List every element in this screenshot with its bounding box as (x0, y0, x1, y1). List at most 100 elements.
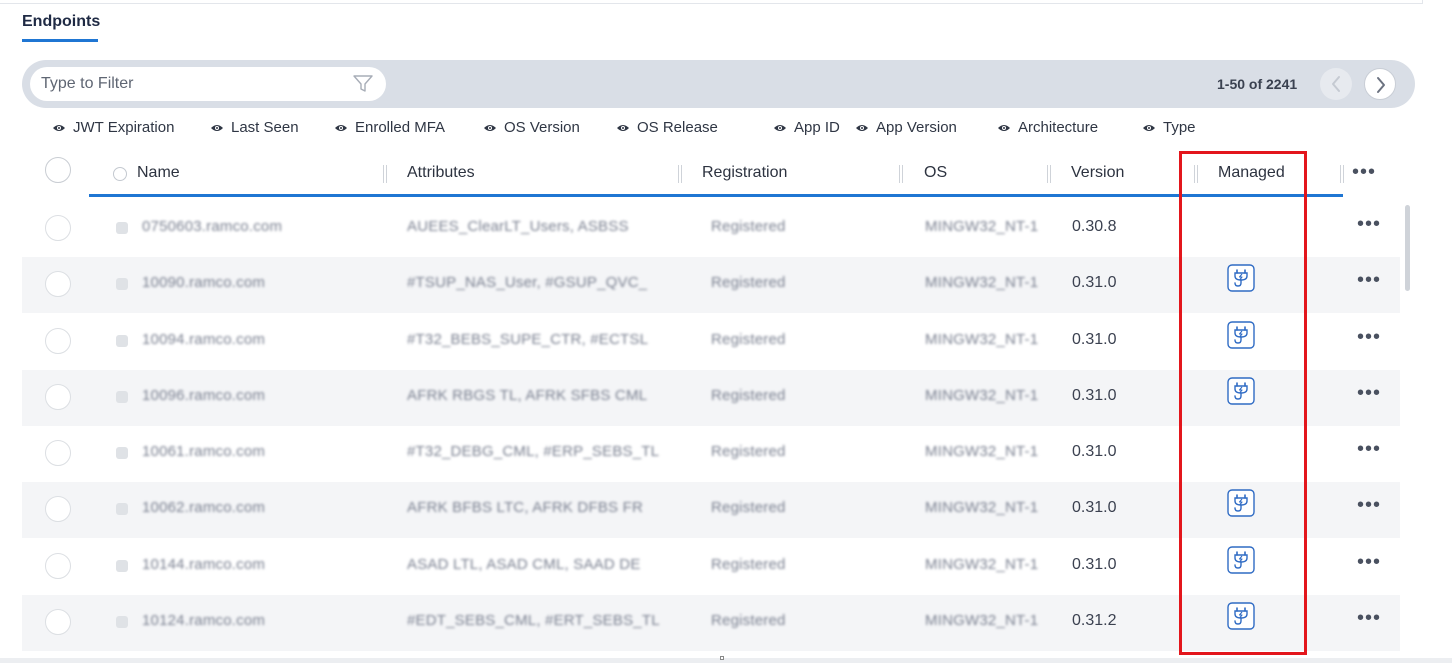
funnel-icon[interactable] (352, 74, 374, 94)
row-select-checkbox[interactable] (45, 609, 71, 635)
endpoint-version: 0.31.0 (1072, 274, 1117, 291)
status-dot (116, 278, 128, 290)
column-header-registration[interactable]: Registration (702, 164, 787, 182)
endpoint-version: 0.31.2 (1072, 612, 1117, 629)
column-toggle-app-version[interactable]: App Version (855, 119, 957, 136)
row-more-icon[interactable]: ••• (1357, 213, 1381, 236)
row-select-checkbox[interactable] (45, 384, 71, 410)
status-dot (116, 222, 128, 234)
column-toggle-os-release[interactable]: OS Release (616, 119, 718, 136)
top-divider (0, 3, 1422, 4)
endpoint-registration: Registered (711, 556, 786, 573)
eye-icon (617, 124, 629, 131)
column-resize-handle[interactable] (1047, 165, 1051, 183)
column-resize-handle[interactable] (678, 165, 682, 183)
endpoint-os: MINGW32_NT-1 (925, 387, 1039, 404)
column-header-attributes[interactable]: Attributes (407, 164, 475, 182)
eye-icon (1143, 124, 1155, 131)
column-header-os[interactable]: OS (924, 164, 947, 182)
endpoint-attributes: #T32_DEBG_CML, #ERP_SEBS_TL (407, 443, 660, 460)
row-select-checkbox[interactable] (45, 440, 71, 466)
endpoint-name[interactable]: 10090.ramco.com (142, 274, 265, 291)
endpoint-os: MINGW32_NT-1 (925, 331, 1039, 348)
column-resize-handle[interactable] (1340, 165, 1344, 183)
row-select-checkbox[interactable] (45, 328, 71, 354)
status-dot (116, 391, 128, 403)
endpoint-os: MINGW32_NT-1 (925, 499, 1039, 516)
endpoint-name[interactable]: 10061.ramco.com (142, 443, 265, 460)
next-page-button[interactable] (1364, 68, 1396, 100)
row-select-checkbox[interactable] (45, 271, 71, 297)
endpoint-registration: Registered (711, 274, 786, 291)
column-header-name[interactable]: Name (137, 164, 180, 182)
column-toggle-label: Last Seen (231, 119, 299, 136)
prev-page-button[interactable] (1320, 68, 1352, 100)
column-toggle-label: OS Release (637, 119, 718, 136)
vertical-scrollbar[interactable] (1405, 205, 1410, 291)
column-toggle-label: App ID (794, 119, 840, 136)
column-resize-handle[interactable] (383, 165, 387, 183)
chevron-left-icon (1332, 76, 1340, 92)
endpoint-name[interactable]: 10094.ramco.com (142, 331, 265, 348)
row-select-checkbox[interactable] (45, 496, 71, 522)
header-underline (89, 194, 1343, 197)
row-more-icon[interactable]: ••• (1357, 494, 1381, 517)
eye-icon (774, 124, 786, 131)
column-toggle-label: App Version (876, 119, 957, 136)
row-select-checkbox[interactable] (45, 553, 71, 579)
endpoint-registration: Registered (711, 331, 786, 348)
column-toggle-os-version[interactable]: OS Version (483, 119, 580, 136)
row-more-icon[interactable]: ••• (1357, 382, 1381, 405)
column-toggle-type[interactable]: Type (1142, 119, 1196, 136)
column-toggle-enrolled-mfa[interactable]: Enrolled MFA (334, 119, 445, 136)
header-more-icon[interactable]: ••• (1352, 161, 1376, 184)
row-more-icon[interactable]: ••• (1357, 607, 1381, 630)
column-resize-handle[interactable] (899, 165, 903, 183)
eye-icon (211, 124, 223, 131)
column-toggle-label: Enrolled MFA (355, 119, 446, 136)
endpoint-attributes: AUEES_ClearLT_Users, ASBSS (407, 218, 629, 235)
eye-icon (335, 124, 347, 131)
page-title-underline (22, 39, 98, 42)
column-toggle-label: Type (1163, 119, 1196, 136)
filter-bar: 1-50 of 2241 (22, 60, 1415, 108)
endpoint-registration: Registered (711, 443, 786, 460)
endpoint-version: 0.31.0 (1072, 499, 1117, 516)
endpoint-os: MINGW32_NT-1 (925, 612, 1039, 629)
endpoint-attributes: AFRK RBGS TL, AFRK SFBS CML (407, 387, 648, 404)
name-column-radio[interactable] (113, 167, 127, 181)
row-select-checkbox[interactable] (45, 215, 71, 241)
endpoint-name[interactable]: 10144.ramco.com (142, 556, 265, 573)
status-dot (116, 616, 128, 628)
column-toggle-last-seen[interactable]: Last Seen (210, 119, 299, 136)
column-header-version[interactable]: Version (1071, 164, 1124, 182)
row-more-icon[interactable]: ••• (1357, 551, 1381, 574)
filter-input-wrap (30, 67, 386, 101)
chevron-right-icon (1377, 77, 1385, 93)
row-more-icon[interactable]: ••• (1357, 438, 1381, 461)
row-more-icon[interactable]: ••• (1357, 269, 1381, 292)
resize-handle[interactable] (720, 656, 724, 660)
endpoint-registration: Registered (711, 499, 786, 516)
endpoint-os: MINGW32_NT-1 (925, 218, 1039, 235)
endpoint-name[interactable]: 10062.ramco.com (142, 499, 265, 516)
column-toggle-app-id[interactable]: App ID (773, 119, 840, 136)
status-dot (116, 335, 128, 347)
status-dot (116, 503, 128, 515)
endpoint-name[interactable]: 0750603.ramco.com (142, 218, 282, 235)
filter-input[interactable] (30, 67, 341, 101)
endpoint-version: 0.31.0 (1072, 387, 1117, 404)
endpoint-version: 0.31.0 (1072, 331, 1117, 348)
column-toggle-jwt-expiration[interactable]: JWT Expiration (52, 119, 174, 136)
endpoint-attributes: AFRK BFBS LTC, AFRK DFBS FR (407, 499, 643, 516)
row-more-icon[interactable]: ••• (1357, 326, 1381, 349)
endpoint-version: 0.31.0 (1072, 556, 1117, 573)
select-all-checkbox[interactable] (45, 157, 71, 183)
endpoint-version: 0.30.8 (1072, 218, 1117, 235)
endpoint-attributes: #EDT_SEBS_CML, #ERT_SEBS_TL (407, 612, 660, 629)
right-divider (1422, 0, 1423, 4)
endpoint-name[interactable]: 10124.ramco.com (142, 612, 265, 629)
column-toggle-label: Architecture (1018, 119, 1099, 136)
endpoint-name[interactable]: 10096.ramco.com (142, 387, 265, 404)
column-toggle-architecture[interactable]: Architecture (997, 119, 1098, 136)
